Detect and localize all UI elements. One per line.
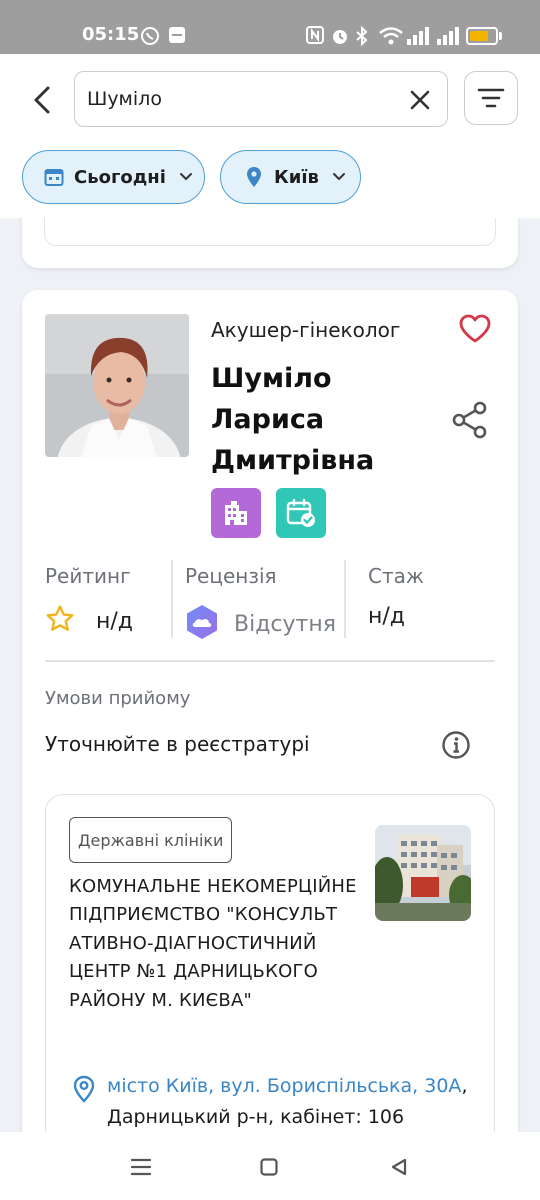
nfc-icon — [306, 26, 324, 48]
review-label: Рецензія — [185, 564, 277, 588]
home-button[interactable] — [254, 1152, 284, 1182]
building-icon — [225, 501, 247, 525]
review-value[interactable]: Відсутня — [185, 604, 336, 640]
previous-clinic-box — [44, 218, 496, 246]
location-pin-icon — [243, 166, 265, 188]
doctor-surname: Шуміло — [211, 363, 332, 394]
cloud-hexagon-icon — [187, 605, 217, 639]
system-navigation-bar — [0, 1132, 540, 1200]
date-filter-label: Сьогодні — [74, 166, 166, 188]
search-input[interactable] — [87, 80, 387, 118]
heart-icon — [459, 314, 491, 343]
experience-label: Стаж — [368, 564, 424, 588]
search-box[interactable] — [74, 71, 448, 127]
chevron-down-icon — [178, 169, 194, 185]
stats-divider — [171, 560, 173, 638]
battery-cap — [499, 32, 502, 40]
back-arrow-icon — [34, 86, 50, 114]
rating-value: н/д — [45, 604, 133, 634]
info-button[interactable] — [441, 730, 471, 760]
bluetooth-icon — [354, 25, 370, 50]
clear-search-button[interactable] — [405, 85, 435, 115]
close-icon — [410, 90, 430, 110]
online-booking-badge — [276, 488, 326, 538]
review-text: Відсутня — [234, 612, 336, 637]
calendar-check-icon — [286, 498, 315, 527]
message-icon — [168, 26, 186, 48]
calendar-icon — [43, 166, 65, 188]
clinic-address: місто Київ, вул. Бориспільська, 30А, Дар… — [73, 1071, 483, 1132]
conditions-label: Умови прийому — [45, 688, 191, 709]
doctor-card[interactable]: Акушер-гінеколог Шуміло Лариса Дмитрівна… — [22, 290, 518, 1132]
status-time: 05:15 — [82, 24, 140, 45]
doctor-specialty: Акушер-гінеколог — [211, 318, 401, 342]
battery-level — [470, 31, 488, 41]
clinic-badge — [211, 488, 261, 538]
filter-button[interactable] — [464, 71, 518, 125]
viber-icon — [140, 26, 160, 50]
star-icon — [46, 605, 74, 631]
signal-icon — [406, 26, 430, 50]
chevron-down-icon — [331, 169, 347, 185]
system-back-button[interactable] — [384, 1152, 414, 1182]
signal-icon-2 — [436, 26, 460, 50]
previous-result-card[interactable] — [22, 218, 518, 268]
rating-label: Рейтинг — [45, 564, 131, 588]
doctor-name[interactable]: Шуміло Лариса Дмитрівна — [211, 358, 451, 481]
stats-divider — [344, 560, 346, 638]
share-icon — [452, 401, 487, 439]
filter-icon — [477, 88, 505, 108]
date-filter-chip[interactable]: Сьогодні — [22, 150, 205, 204]
clinic-photo[interactable] — [375, 825, 471, 921]
home-square-icon — [260, 1158, 278, 1176]
back-triangle-icon — [391, 1158, 407, 1176]
search-header: Сьогодні Київ — [0, 54, 540, 218]
battery-icon — [466, 27, 498, 45]
doctor-patronymic: Дмитрівна — [211, 445, 375, 476]
experience-value: н/д — [368, 604, 406, 629]
clinic-name[interactable]: КОМУНАЛЬНЕ НЕКОМЕРЦІЙНЕ ПІДПРИЄМСТВО "КО… — [69, 873, 369, 1015]
results-list[interactable]: Акушер-гінеколог Шуміло Лариса Дмитрівна… — [0, 218, 540, 1132]
rating-text: н/д — [96, 609, 134, 634]
doctor-photo[interactable] — [45, 314, 189, 457]
clinic-card[interactable]: Державні клініки КОМУНАЛЬНЕ НЕКОМЕРЦІЙНЕ… — [45, 794, 495, 1132]
menu-icon — [130, 1158, 152, 1176]
wifi-icon — [378, 26, 404, 50]
share-button[interactable] — [450, 400, 490, 440]
recent-apps-button[interactable] — [126, 1152, 156, 1182]
city-filter-label: Київ — [274, 166, 319, 188]
status-bar: 05:15 — [0, 0, 540, 54]
info-icon — [442, 731, 470, 759]
location-pin-icon — [73, 1075, 95, 1103]
doctor-first-name: Лариса — [211, 404, 325, 435]
conditions-value: Уточнюйте в реєстратурі — [45, 732, 310, 756]
alarm-icon — [330, 26, 350, 50]
section-divider — [45, 660, 495, 662]
city-filter-chip[interactable]: Київ — [220, 150, 361, 204]
address-map-link[interactable]: місто Київ, вул. Бориспільська, 30А — [107, 1075, 461, 1097]
back-button[interactable] — [22, 80, 62, 120]
clinic-type-badge: Державні клініки — [69, 817, 233, 863]
favorite-button[interactable] — [458, 314, 492, 348]
